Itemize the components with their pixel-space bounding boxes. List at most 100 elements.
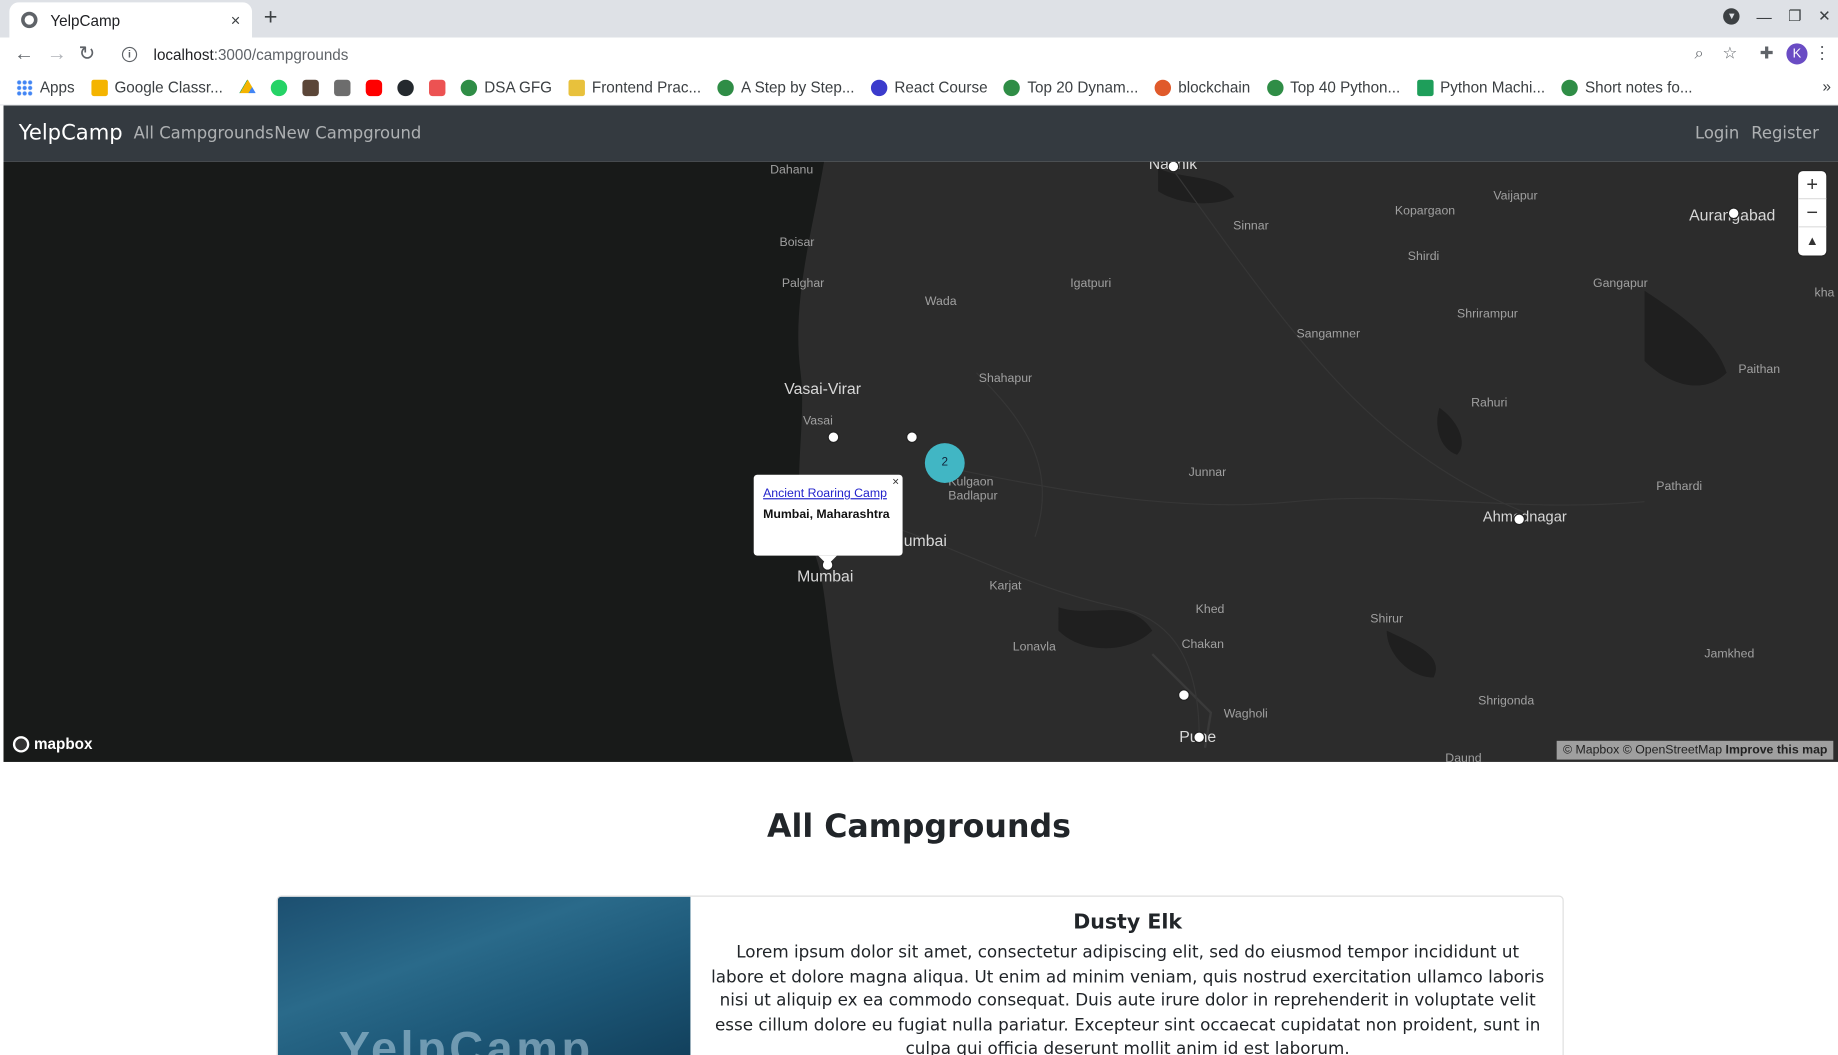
gfg-icon xyxy=(717,79,734,96)
bookmarks-bar: Apps Google Classr... DSA GFG Frontend P… xyxy=(0,70,1838,106)
map-label: Khed xyxy=(1195,602,1225,617)
blockchain-icon xyxy=(1154,79,1172,96)
google-drive-icon[interactable] xyxy=(239,79,256,94)
map-label: Rahuri xyxy=(1471,396,1508,411)
nav-register[interactable]: Register xyxy=(1751,124,1819,143)
zoom-icon[interactable]: ⌕ xyxy=(1695,43,1704,63)
bookmark-star-icon[interactable]: ☆ xyxy=(1722,43,1737,63)
gfg-icon xyxy=(1003,79,1021,96)
back-arrow-icon[interactable]: ← xyxy=(14,41,34,67)
page-title: All Campgrounds xyxy=(766,808,1071,846)
browser-tab[interactable]: YelpCamp × xyxy=(9,2,253,38)
site-info-icon[interactable]: i xyxy=(121,46,138,62)
brand-link[interactable]: YelpCamp xyxy=(19,121,123,146)
zoom-out-button[interactable]: − xyxy=(1798,199,1827,228)
map-label: Shirdi xyxy=(1407,249,1440,264)
geeksforgeeks-ide-icon[interactable] xyxy=(334,79,351,96)
image-watermark-text: YelpCamp xyxy=(338,1023,594,1055)
youtube-icon[interactable] xyxy=(365,79,383,96)
map-label: Dahanu xyxy=(770,162,814,178)
bookmark-react-course[interactable]: React Course xyxy=(870,79,988,96)
map-label: Daund xyxy=(1445,751,1482,762)
minimize-icon[interactable]: — xyxy=(1756,8,1771,26)
gfg-icon xyxy=(1266,79,1284,96)
window-controls: ▼ — ❐ ✕ xyxy=(1723,7,1831,26)
forward-arrow-icon[interactable]: → xyxy=(47,41,67,67)
bookmark-label: Short notes fo... xyxy=(1584,78,1693,97)
bookmark-label: Top 20 Dynam... xyxy=(1027,78,1139,97)
map-label: Wada xyxy=(924,294,957,309)
bookmark-frontend-practice[interactable]: Frontend Prac... xyxy=(568,78,702,97)
classroom-icon xyxy=(91,79,108,96)
nav-all-campgrounds[interactable]: All Campgrounds xyxy=(134,124,274,143)
bookmark-label: blockchain xyxy=(1178,78,1251,97)
whatsapp-icon[interactable] xyxy=(270,79,288,96)
browser-toolbar: ← → ↻ i localhost :3000/campgrounds ⌕ ☆ … xyxy=(0,37,1838,71)
bookmark-blockchain[interactable]: blockchain xyxy=(1154,78,1251,97)
tab-search-icon[interactable]: ▼ xyxy=(1723,8,1741,25)
mapbox-logo[interactable]: mapbox xyxy=(12,735,93,753)
campground-marker[interactable] xyxy=(1193,731,1206,744)
tab-close-icon[interactable]: × xyxy=(231,11,241,30)
map-label: Vasai xyxy=(802,413,833,428)
popup-location: Mumbai, Maharashtra xyxy=(763,507,890,522)
map-label: Kulgaon Badlapur xyxy=(948,474,998,503)
udemy-icon[interactable] xyxy=(429,79,446,96)
compass-button[interactable]: ▲ xyxy=(1798,227,1826,255)
apps-grid-icon xyxy=(16,79,33,96)
bookmark-step-by-step[interactable]: A Step by Step... xyxy=(717,79,855,96)
bookmark-label: Top 40 Python... xyxy=(1290,78,1401,97)
popup-close-icon[interactable]: × xyxy=(892,476,899,489)
campground-image: YelpCamp xyxy=(277,896,691,1055)
close-window-icon[interactable]: ✕ xyxy=(1818,7,1831,26)
map-label: Wagholi xyxy=(1223,706,1268,721)
browser-menu-icon[interactable]: ⋮ xyxy=(1813,42,1831,63)
browser-window: YelpCamp × + ▼ — ❐ ✕ ← → ↻ i localhost :… xyxy=(0,0,1838,1055)
nav-new-campground[interactable]: New Campground xyxy=(274,124,421,143)
zoom-in-button[interactable]: + xyxy=(1798,171,1827,200)
bookmark-label: Frontend Prac... xyxy=(591,78,702,97)
bookmark-top-20-dynamic[interactable]: Top 20 Dynam... xyxy=(1003,78,1139,97)
bookmark-dsa-gfg[interactable]: DSA GFG xyxy=(460,79,552,96)
profile-avatar[interactable]: K xyxy=(1786,43,1808,65)
campground-marker[interactable] xyxy=(906,431,918,444)
marker-cluster[interactable]: 2 xyxy=(924,443,965,483)
bookmark-python-machine[interactable]: Python Machi... xyxy=(1416,79,1545,96)
extensions-puzzle-icon[interactable]: ✚ xyxy=(1760,43,1774,63)
nav-login[interactable]: Login xyxy=(1695,124,1739,143)
campground-marker[interactable] xyxy=(827,431,840,444)
codechef-icon[interactable] xyxy=(302,79,320,96)
map-label: Kopargaon xyxy=(1394,203,1456,219)
map-label: Shahapur xyxy=(978,371,1033,386)
cluster-map[interactable]: Dahanu Nashik Vaijapur Kopargaon Auranga… xyxy=(3,161,1838,762)
bookmark-label: Google Classr... xyxy=(114,78,223,97)
bookmark-apps[interactable]: Apps xyxy=(16,79,75,96)
address-bar[interactable]: i localhost :3000/campgrounds xyxy=(113,39,1747,69)
restore-icon[interactable]: ❐ xyxy=(1788,7,1802,26)
campground-marker[interactable] xyxy=(1727,207,1740,220)
mapbox-logo-icon xyxy=(12,735,30,752)
map-label: Vaijapur xyxy=(1493,188,1538,203)
map-label: Palghar xyxy=(781,276,825,291)
address-bar-actions: ⌕ ☆ xyxy=(1695,43,1738,63)
map-label: Boisar xyxy=(779,235,815,250)
campground-marker[interactable] xyxy=(1513,513,1526,526)
improve-map-link[interactable]: Improve this map xyxy=(1726,743,1828,757)
bookmark-short-notes[interactable]: Short notes fo... xyxy=(1561,78,1693,97)
bookmarks-overflow-icon[interactable]: » xyxy=(1822,77,1830,95)
map-label: Junnar xyxy=(1188,465,1227,480)
reload-icon[interactable]: ↻ xyxy=(79,41,96,67)
map-label: Sinnar xyxy=(1233,219,1269,234)
map-label: Chakan xyxy=(1181,637,1225,652)
attribution-text[interactable]: © Mapbox © OpenStreetMap xyxy=(1563,743,1722,757)
popup-campground-link[interactable]: Ancient Roaring Camp xyxy=(763,486,893,500)
github-icon[interactable] xyxy=(397,79,414,96)
globe-icon xyxy=(21,11,38,29)
campground-marker[interactable] xyxy=(1178,689,1190,701)
bookmark-top-40-python[interactable]: Top 40 Python... xyxy=(1266,78,1401,97)
map-label: Shirur xyxy=(1370,611,1404,626)
bookmark-google-classroom[interactable]: Google Classr... xyxy=(91,78,223,97)
app-navbar: YelpCamp All Campgrounds New Campground … xyxy=(3,105,1838,162)
new-tab-button[interactable]: + xyxy=(264,6,278,29)
map-attribution: © Mapbox © OpenStreetMap Improve this ma… xyxy=(1557,740,1834,760)
